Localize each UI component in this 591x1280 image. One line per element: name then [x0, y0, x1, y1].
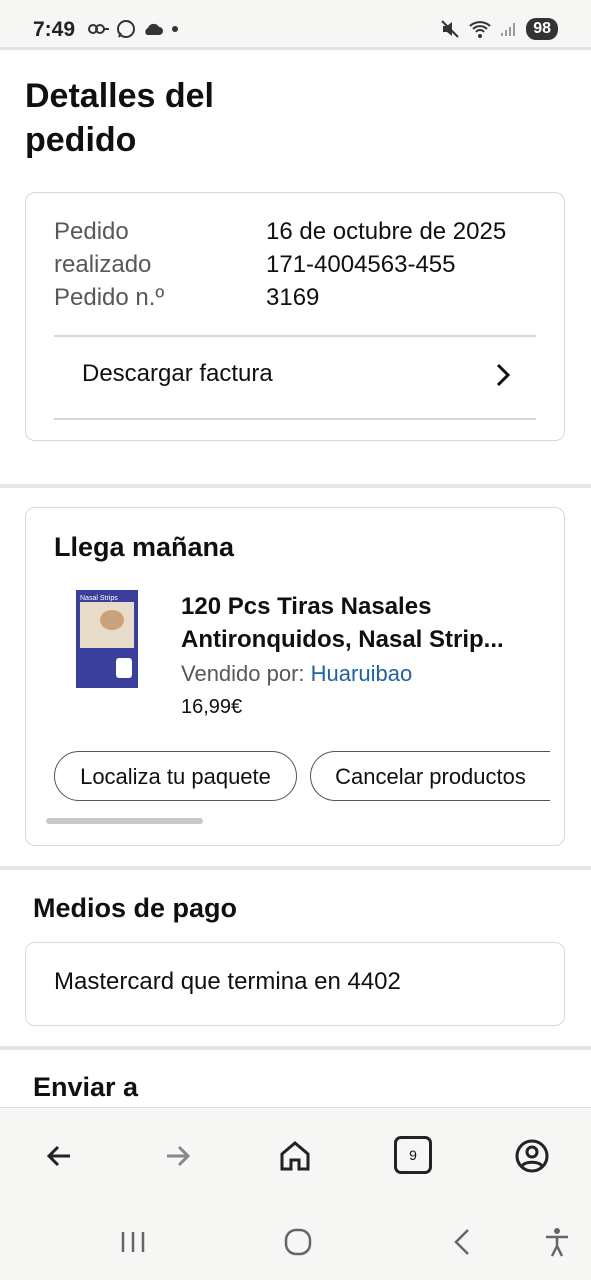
page-title: Detalles del pedido: [25, 77, 214, 159]
cloud-icon: [145, 23, 163, 35]
browser-toolbar: 9: [0, 1107, 591, 1204]
product-title-line2[interactable]: Antironquidos, Nasal Strip...: [181, 623, 551, 656]
payment-section-title: Medios de pago: [33, 893, 238, 923]
download-invoice-label: Descargar factura: [82, 360, 273, 387]
home-icon[interactable]: [275, 1136, 315, 1176]
section-divider: [0, 1046, 591, 1050]
tab-count: 9: [409, 1147, 417, 1163]
notification-icons: [88, 19, 180, 39]
product-title-line1[interactable]: 120 Pcs Tiras Nasales: [181, 590, 551, 623]
order-placed-value: 16 de octubre de 2025: [266, 218, 507, 245]
signal-icon: [501, 23, 516, 36]
accessibility-icon[interactable]: [540, 1225, 574, 1259]
track-package-button[interactable]: Localiza tu paquete: [54, 751, 297, 801]
product-image[interactable]: Nasal Strips: [76, 590, 138, 688]
recent-apps-icon[interactable]: [116, 1225, 150, 1259]
divider: [54, 418, 536, 420]
cancel-items-button[interactable]: Cancelar productos: [310, 751, 550, 801]
wifi-icon: [469, 21, 491, 38]
system-nav-bar: [0, 1203, 591, 1280]
product-price: 16,99€: [181, 696, 243, 718]
seller-prefix: Vendido por:: [181, 661, 305, 686]
key-icon: [88, 24, 109, 34]
delivery-card: Llega mañana Nasal Strips 120 Pcs Tiras …: [25, 507, 565, 846]
chevron-right-icon: [496, 363, 511, 387]
order-placed-label: Pedido realizado: [54, 218, 152, 278]
payment-card: Mastercard que termina en 4402: [25, 942, 565, 1026]
seller-info: Vendido por: Huaruibao: [181, 661, 412, 687]
status-right: 98: [440, 18, 558, 40]
mute-icon: [441, 20, 459, 38]
tabs-button[interactable]: 9: [394, 1136, 432, 1174]
delivery-title: Llega mañana: [54, 532, 235, 562]
download-invoice-row[interactable]: Descargar factura: [54, 336, 536, 420]
system-back-icon[interactable]: [446, 1225, 480, 1259]
status-bar: 7:49 98: [0, 0, 591, 50]
product-image-text: Nasal Strips: [80, 595, 118, 602]
status-time: 7:49: [33, 18, 76, 41]
forward-arrow-icon[interactable]: [157, 1136, 197, 1176]
whatsapp-icon: [117, 20, 135, 38]
order-number-value: 171-4004563-4553169: [266, 251, 456, 311]
order-number-label: Pedido n.º: [54, 284, 165, 311]
home-circle-icon[interactable]: [281, 1225, 315, 1259]
order-summary-card: Pedido realizado 16 de octubre de 2025 P…: [25, 192, 565, 441]
battery-level: 98: [526, 18, 558, 40]
account-icon[interactable]: [512, 1136, 552, 1176]
payment-method: Mastercard que termina en 4402: [54, 968, 401, 995]
section-divider: [0, 866, 591, 870]
back-arrow-icon[interactable]: [40, 1136, 80, 1176]
section-divider: [0, 484, 591, 488]
seller-link[interactable]: Huaruibao: [311, 661, 413, 686]
dot-icon: [172, 26, 178, 32]
shipping-section-title: Enviar a: [33, 1072, 139, 1102]
horizontal-scroll-indicator[interactable]: [46, 818, 203, 824]
